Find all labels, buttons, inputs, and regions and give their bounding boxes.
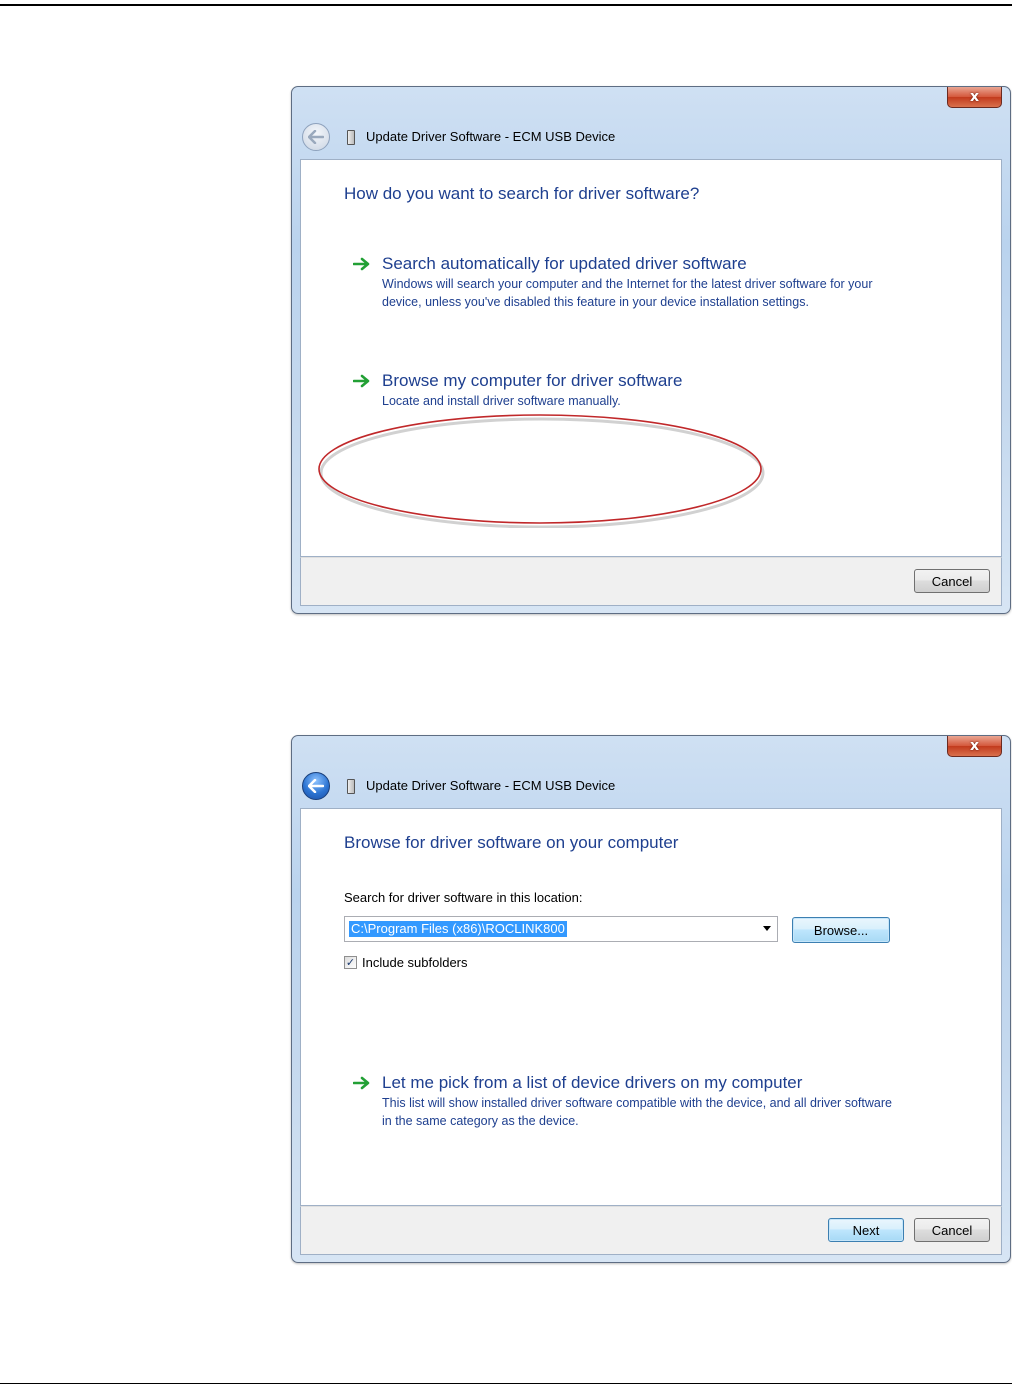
green-arrow-icon	[353, 1076, 370, 1090]
browse-computer-option[interactable]: Browse my computer for driver software L…	[353, 371, 773, 415]
option-title: Browse my computer for driver software	[382, 371, 683, 390]
highlight-ellipse	[318, 414, 765, 528]
checkmark-icon: ✓	[345, 956, 356, 969]
include-subfolders-checkbox[interactable]: ✓	[344, 956, 357, 969]
dialog-footer: Next Cancel	[300, 1206, 1002, 1255]
window-title: Update Driver Software - ECM USB Device	[366, 778, 616, 793]
location-label: Search for driver software in this locat…	[344, 890, 583, 905]
option-description: Windows will search your computer and th…	[382, 277, 873, 309]
green-arrow-icon	[353, 257, 370, 271]
pick-from-list-option[interactable]: Let me pick from a list of device driver…	[353, 1073, 913, 1133]
dialog-footer: Cancel	[300, 557, 1002, 606]
update-driver-dialog-browse: x Update Driver Software - ECM USB Devic…	[291, 735, 1011, 1263]
option-description: Locate and install driver software manua…	[382, 394, 621, 408]
back-arrow-icon	[308, 130, 324, 144]
top-rule	[0, 4, 1012, 6]
cancel-button[interactable]: Cancel	[914, 1218, 990, 1242]
browse-button[interactable]: Browse...	[792, 917, 890, 943]
green-arrow-icon	[353, 374, 370, 388]
usb-device-icon	[347, 779, 355, 794]
location-value: C:\Program Files (x86)\ROCLINK800	[349, 921, 567, 937]
page-heading: How do you want to search for driver sof…	[344, 184, 700, 203]
usb-device-icon	[347, 130, 355, 145]
option-description: This list will show installed driver sof…	[382, 1096, 892, 1128]
close-icon: x	[969, 89, 980, 105]
location-combobox[interactable]: C:\Program Files (x86)\ROCLINK800	[344, 916, 778, 942]
option-title: Search automatically for updated driver …	[382, 254, 747, 273]
include-subfolders-label: Include subfolders	[362, 955, 468, 970]
cancel-button[interactable]: Cancel	[914, 569, 990, 593]
search-automatically-option[interactable]: Search automatically for updated driver …	[353, 254, 913, 334]
dialog-content: Browse for driver software on your compu…	[300, 808, 1002, 1206]
close-icon: x	[969, 738, 980, 754]
bottom-rule	[0, 1383, 1012, 1384]
chevron-down-icon[interactable]	[763, 926, 771, 931]
update-driver-dialog-search-method: x Update Driver Software - ECM USB Devic…	[291, 86, 1011, 614]
page-heading: Browse for driver software on your compu…	[344, 833, 679, 852]
back-button	[302, 123, 330, 151]
close-button[interactable]: x	[947, 736, 1002, 757]
next-button[interactable]: Next	[828, 1218, 904, 1242]
window-title: Update Driver Software - ECM USB Device	[366, 129, 616, 144]
back-arrow-icon	[308, 779, 324, 793]
close-button[interactable]: x	[947, 87, 1002, 108]
option-title: Let me pick from a list of device driver…	[382, 1073, 803, 1092]
dialog-content: How do you want to search for driver sof…	[300, 159, 1002, 557]
back-button[interactable]	[302, 772, 330, 800]
